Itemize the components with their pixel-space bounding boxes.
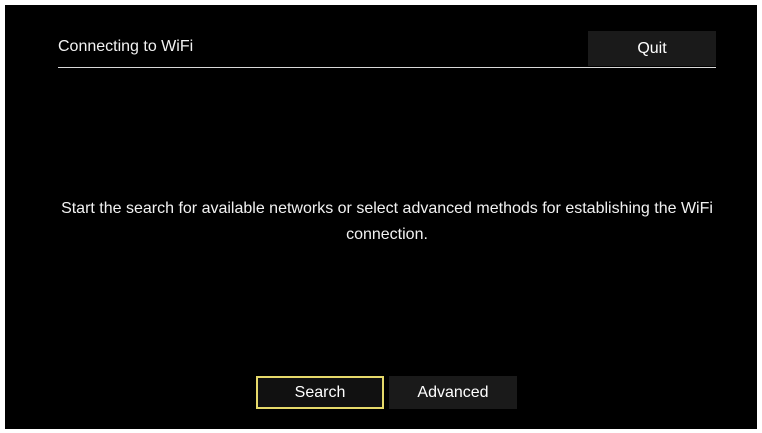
search-button[interactable]: Search (256, 376, 384, 409)
quit-button[interactable]: Quit (588, 31, 716, 66)
header: Connecting to WiFi Quit (58, 31, 716, 68)
action-buttons: Search Advanced (256, 376, 517, 409)
instruction-text: Start the search for available networks … (61, 200, 713, 243)
page-title: Connecting to WiFi (58, 38, 194, 55)
advanced-button[interactable]: Advanced (389, 376, 517, 409)
wifi-setup-screen: Connecting to WiFi Quit Start the search… (5, 5, 757, 429)
